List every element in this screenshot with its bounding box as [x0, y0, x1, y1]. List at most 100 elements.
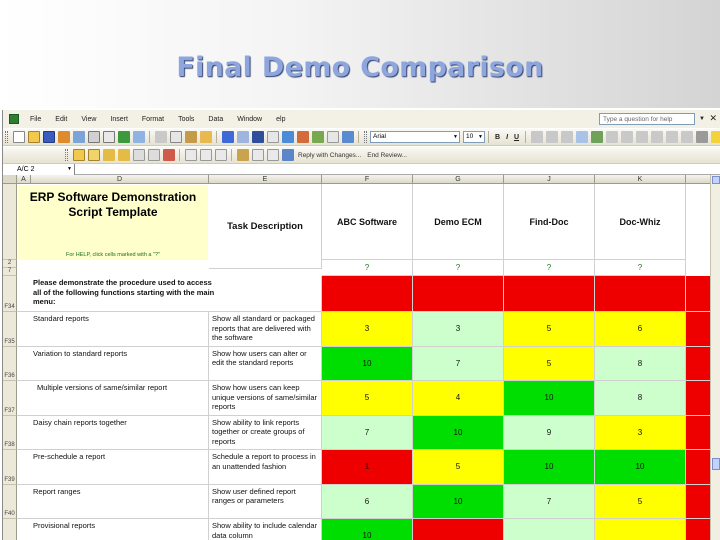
reject-changes-icon[interactable]	[214, 149, 227, 161]
borders-icon[interactable]	[695, 131, 708, 143]
menu-data[interactable]: Data	[201, 116, 230, 123]
column-header-j[interactable]: J	[504, 175, 595, 184]
score-cell[interactable]: 8	[595, 346, 686, 381]
row-header[interactable]: F34	[3, 276, 17, 312]
score-cell[interactable]: 5	[322, 381, 413, 416]
next-column-cell[interactable]	[686, 450, 711, 485]
task-description-cell[interactable]: Show ability to include calendar data co…	[209, 519, 322, 540]
score-cell[interactable]: 10	[504, 450, 595, 485]
score-cell[interactable]: 7	[413, 346, 504, 381]
cut-icon[interactable]	[154, 131, 167, 143]
font-size-select[interactable]: 10 ▼	[463, 131, 485, 143]
intro-score-cell[interactable]	[322, 276, 413, 312]
help-question-cell[interactable]: ?	[413, 260, 504, 276]
score-cell[interactable]: 10	[413, 415, 504, 450]
redo-icon[interactable]	[236, 131, 249, 143]
send-email-icon[interactable]	[281, 149, 294, 161]
align-center-icon[interactable]	[545, 131, 558, 143]
column-header-f[interactable]: F	[322, 175, 413, 184]
scroll-thumb[interactable]	[712, 458, 720, 470]
row-header[interactable]: F38	[3, 415, 17, 450]
menu-window[interactable]: Window	[230, 116, 269, 123]
align-right-icon[interactable]	[560, 131, 573, 143]
task-name-cell[interactable]: Daisy chain reports together	[17, 415, 209, 450]
end-review-button[interactable]: End Review...	[367, 152, 407, 159]
task-description-cell[interactable]: Show user defined report ranges or param…	[209, 484, 322, 519]
score-cell[interactable]: 5	[504, 312, 595, 347]
task-name-cell[interactable]: Provisional reports	[17, 519, 209, 540]
next-comment-icon[interactable]	[117, 149, 130, 161]
score-cell[interactable]: 4	[413, 381, 504, 416]
task-description-cell[interactable]: Schedule a report to process in an unatt…	[209, 450, 322, 485]
italic-button[interactable]: I	[506, 134, 508, 141]
scroll-up-icon[interactable]	[712, 176, 720, 184]
menu-view[interactable]: View	[74, 116, 103, 123]
task-description-cell[interactable]: Show how users can alter or edit the sta…	[209, 346, 322, 381]
chart-wizard-icon[interactable]	[311, 131, 324, 143]
row-header[interactable]: F37	[3, 381, 17, 416]
new-icon[interactable]	[12, 131, 25, 143]
undo-icon[interactable]	[221, 131, 234, 143]
name-box[interactable]: A/C 2 ▼	[3, 164, 75, 175]
currency-icon[interactable]	[590, 131, 603, 143]
toolbar-grip[interactable]	[5, 131, 8, 143]
worksheet[interactable]: A D E F G J K ERP Software Demonstration…	[3, 175, 720, 540]
score-cell[interactable]: 8	[595, 381, 686, 416]
task-name-cell[interactable]: Multiple versions of same/similar report	[17, 381, 209, 416]
intro-score-cell[interactable]	[504, 276, 595, 312]
delete-comment-icon[interactable]	[162, 149, 175, 161]
reply-with-changes-button[interactable]: Reply with Changes...	[298, 152, 361, 159]
protect-sheet-icon[interactable]	[236, 149, 249, 161]
open-icon[interactable]	[27, 131, 40, 143]
next-column-cell[interactable]	[686, 484, 711, 519]
close-icon[interactable]: ✕	[709, 113, 717, 124]
email-icon[interactable]	[72, 131, 85, 143]
sort-descending-icon[interactable]	[296, 131, 309, 143]
toolbar-grip[interactable]	[65, 149, 68, 161]
help-question-cell[interactable]: ?	[595, 260, 686, 276]
row-header[interactable]: 7	[3, 268, 17, 276]
edit-comment-icon[interactable]	[87, 149, 100, 161]
row-header[interactable]	[3, 184, 17, 260]
help-icon[interactable]	[341, 131, 354, 143]
research-icon[interactable]	[132, 131, 145, 143]
column-header-g[interactable]: G	[413, 175, 504, 184]
score-cell[interactable]: 10	[322, 519, 413, 540]
help-search-input[interactable]: Type a question for help	[599, 113, 695, 125]
save-icon[interactable]	[42, 131, 55, 143]
task-name-cell[interactable]: Report ranges	[17, 484, 209, 519]
increase-indent-icon[interactable]	[680, 131, 693, 143]
row-header[interactable]: 2	[3, 260, 17, 268]
score-cell[interactable]	[504, 519, 595, 540]
merge-center-icon[interactable]	[575, 131, 588, 143]
previous-comment-icon[interactable]	[102, 149, 115, 161]
ink-annotations-icon[interactable]	[251, 149, 264, 161]
score-cell[interactable]: 5	[504, 346, 595, 381]
score-cell[interactable]: 9	[504, 415, 595, 450]
print-icon[interactable]	[87, 131, 100, 143]
vertical-scrollbar[interactable]	[710, 175, 720, 540]
score-cell[interactable]: 3	[413, 312, 504, 347]
score-cell[interactable]	[595, 519, 686, 540]
sort-ascending-icon[interactable]	[281, 131, 294, 143]
score-cell[interactable]: 10	[413, 484, 504, 519]
next-column-cell[interactable]	[686, 381, 711, 416]
excel-app-icon[interactable]	[9, 114, 19, 124]
task-name-cell[interactable]: Pre-schedule a report	[17, 450, 209, 485]
help-dropdown-icon[interactable]: ▼	[699, 116, 705, 122]
column-header-next[interactable]	[686, 175, 711, 184]
score-cell[interactable]: 3	[322, 312, 413, 347]
paste-icon[interactable]	[184, 131, 197, 143]
score-cell[interactable]: 5	[595, 484, 686, 519]
help-question-cell[interactable]: ?	[322, 260, 413, 276]
toolbar-grip[interactable]	[364, 131, 367, 143]
percent-icon[interactable]	[605, 131, 618, 143]
autosum-icon[interactable]	[266, 131, 279, 143]
menu-help[interactable]: elp	[269, 116, 292, 123]
next-column-cell[interactable]	[686, 519, 711, 540]
menu-file[interactable]: File	[23, 116, 48, 123]
show-comment-icon[interactable]	[132, 149, 145, 161]
help-question-cell[interactable]: ?	[504, 260, 595, 276]
score-cell[interactable]: 1	[322, 450, 413, 485]
decrease-indent-icon[interactable]	[665, 131, 678, 143]
